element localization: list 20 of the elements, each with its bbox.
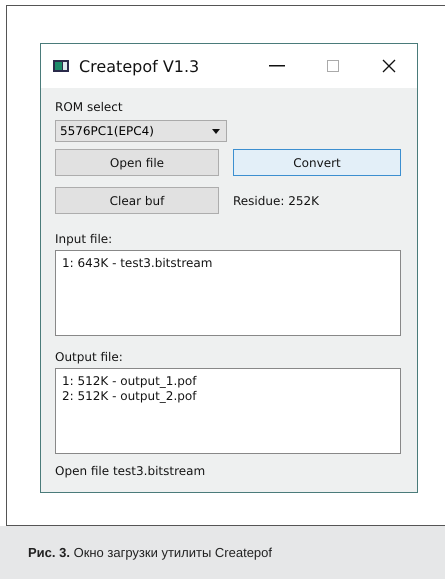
input-file-list[interactable]: 1: 643K - test3.bitstream [55, 250, 401, 336]
status-text: Open file test3.bitstream [55, 464, 206, 478]
app-icon [53, 59, 69, 73]
file-entry: 1: 512K - output_1.pof [62, 374, 198, 389]
action-button[interactable]: Open file [55, 149, 219, 176]
action-button[interactable]: Convert [233, 149, 401, 176]
window-title: Createpof V1.3 [79, 56, 200, 76]
file-entry: 2: 512K - output_2.pof [62, 389, 198, 404]
output-file-label: Output file: [55, 350, 124, 364]
file-entry: 1: 643K - test3.bitstream [62, 256, 214, 271]
minimize-icon[interactable] [269, 65, 285, 67]
action-button[interactable]: Clear buf [55, 187, 219, 214]
rom-select-label: ROM select [55, 100, 124, 114]
close-icon[interactable] [382, 59, 396, 73]
input-file-label: Input file: [55, 232, 114, 246]
rom-dropdown[interactable]: 5576PC1(EPC4) [55, 120, 227, 142]
residue-label: Residue: 252K [233, 194, 320, 208]
output-file-list[interactable]: 1: 512K - output_1.pof 2: 512K - output_2.pof [55, 368, 401, 454]
caret-icon [212, 128, 220, 134]
figure-caption: Рис. 3. Окно загрузки утилиты Createpof [28, 545, 272, 560]
